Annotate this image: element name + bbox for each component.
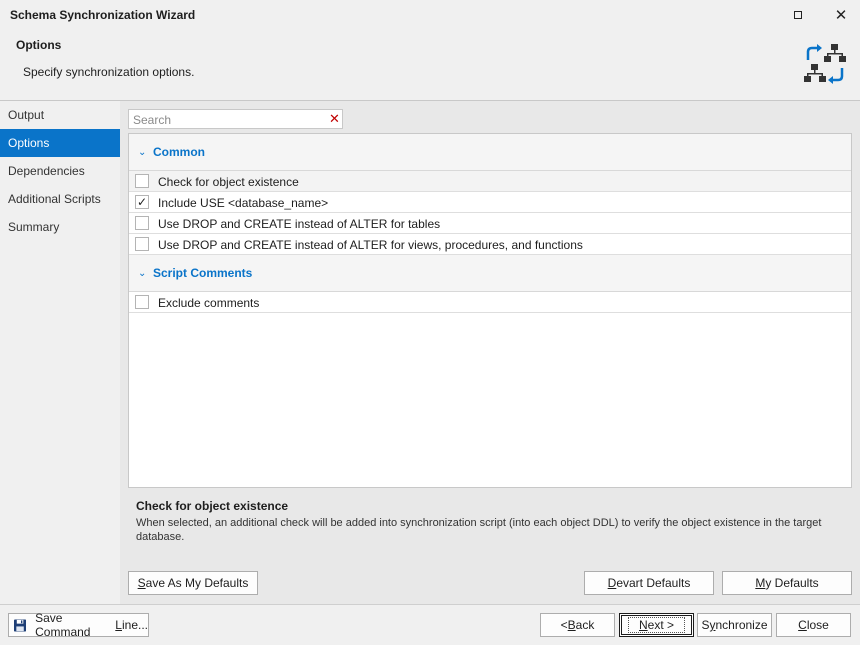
button-label: y Defaults — [765, 576, 819, 590]
next-button[interactable]: Next > — [619, 613, 694, 637]
button-label: evart Defaults — [616, 576, 691, 590]
clear-x-icon[interactable]: ✕ — [329, 111, 340, 127]
button-label: lose — [806, 618, 829, 632]
wizard-header: Options Specify synchronization options. — [0, 30, 860, 100]
option-check-object-existence[interactable]: Check for object existence — [129, 171, 851, 192]
save-as-my-defaults-button[interactable]: Save As My Defaults — [128, 571, 258, 595]
options-list: ⌄ Common Check for object existence ✓ In… — [128, 133, 852, 488]
option-label: Use DROP and CREATE instead of ALTER for… — [158, 217, 441, 231]
button-label: ext > — [647, 618, 675, 632]
window-title: Schema Synchronization Wizard — [10, 8, 196, 22]
sidebar-item-options[interactable]: Options — [0, 129, 120, 157]
page-title: Options — [16, 38, 62, 52]
option-drop-create-tables[interactable]: Use DROP and CREATE instead of ALTER for… — [129, 213, 851, 234]
maximize-button[interactable] — [783, 4, 813, 26]
button-accesskey: D — [607, 576, 617, 590]
button-accesskey: L — [115, 618, 122, 632]
search-input[interactable] — [133, 112, 323, 127]
button-label: Save Command — [35, 611, 91, 639]
button-label: < — [560, 618, 568, 632]
page-subtitle: Specify synchronization options. — [23, 65, 195, 79]
button-label: ack — [575, 618, 595, 632]
button-label: S — [701, 618, 710, 632]
my-defaults-button[interactable]: My Defaults — [722, 571, 852, 595]
group-header-script-comments[interactable]: ⌄ Script Comments — [129, 255, 851, 292]
checkbox[interactable] — [135, 174, 149, 188]
sidebar-item-output[interactable]: Output — [0, 101, 120, 129]
option-drop-create-views[interactable]: Use DROP and CREATE instead of ALTER for… — [129, 234, 851, 255]
option-include-use-database[interactable]: ✓ Include USE <database_name> — [129, 192, 851, 213]
option-label: Check for object existence — [158, 175, 299, 189]
description-title: Check for object existence — [136, 499, 289, 513]
checkbox[interactable] — [135, 237, 149, 251]
chevron-down-icon: ⌄ — [138, 268, 147, 279]
save-command-line-button[interactable]: Save Command Line... — [8, 611, 149, 639]
maximize-icon — [794, 11, 802, 19]
schema-sync-icon — [804, 44, 846, 84]
button-accesskey: M — [755, 576, 766, 590]
synchronize-button[interactable]: Sy nchronize — [697, 613, 772, 637]
sidebar-item-summary[interactable]: Summary — [0, 213, 120, 241]
group-header-common[interactable]: ⌄ Common — [129, 134, 851, 171]
button-accesskey: S — [137, 576, 146, 590]
checkbox[interactable] — [135, 295, 149, 309]
button-label: nchronize — [715, 618, 768, 632]
button-accesskey: C — [798, 618, 807, 632]
group-label: Common — [153, 145, 205, 159]
option-label: Use DROP and CREATE instead of ALTER for… — [158, 238, 583, 252]
option-exclude-comments[interactable]: Exclude comments — [129, 292, 851, 313]
button-accesskey: N — [638, 618, 648, 632]
focus-rect: Next > — [627, 617, 686, 633]
option-label: Exclude comments — [158, 296, 260, 310]
search-box: ✕ — [128, 109, 343, 129]
button-accesskey: B — [567, 618, 576, 632]
group-label: Script Comments — [153, 266, 253, 280]
sidebar-item-additional-scripts[interactable]: Additional Scripts — [0, 185, 120, 213]
close-icon: ✕ — [834, 6, 848, 24]
back-button[interactable]: < Back — [540, 613, 615, 637]
close-window-button[interactable]: ✕ — [826, 4, 856, 26]
close-button[interactable]: Close — [776, 613, 851, 637]
devart-defaults-button[interactable]: Devart Defaults — [584, 571, 714, 595]
chevron-down-icon: ⌄ — [138, 147, 147, 158]
sidebar-item-dependencies[interactable]: Dependencies — [0, 157, 120, 185]
description-text: When selected, an additional check will … — [136, 517, 822, 543]
checkbox-checked[interactable]: ✓ — [135, 195, 149, 209]
button-label: ave As My Defaults — [145, 576, 249, 590]
wizard-sidebar: Output Options Dependencies Additional S… — [0, 101, 120, 604]
floppy-disk-icon — [14, 618, 27, 632]
button-label: ine... — [121, 618, 148, 632]
checkbox[interactable] — [135, 216, 149, 230]
option-label: Include USE <database_name> — [158, 196, 329, 210]
title-bar: Schema Synchronization Wizard ✕ — [0, 0, 860, 30]
